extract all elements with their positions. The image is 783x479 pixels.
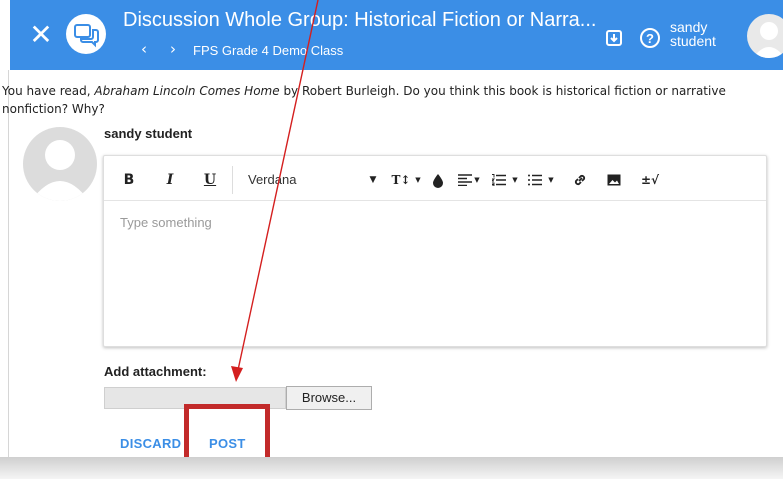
text-size-button[interactable]: T↕ xyxy=(389,160,413,200)
attachment-label: Add attachment: xyxy=(104,364,207,379)
discussion-prompt: You have read, Abraham Lincoln Comes Hom… xyxy=(2,84,726,116)
app-header: ✕ Discussion Whole Group: Historical Fic… xyxy=(10,0,783,70)
font-dropdown-icon[interactable]: ▼ xyxy=(366,160,380,200)
font-select[interactable]: Verdana xyxy=(248,160,296,200)
chevron-right-icon[interactable]: › xyxy=(170,40,176,58)
text-color-icon[interactable] xyxy=(429,160,447,200)
numbered-list-dropdown-icon[interactable]: ▼ xyxy=(510,160,520,200)
bullet-list-dropdown-icon[interactable]: ▼ xyxy=(546,160,556,200)
underline-button[interactable]: U xyxy=(200,160,220,200)
image-icon[interactable] xyxy=(604,160,624,200)
rich-text-editor[interactable]: B I U Verdana ▼ T↕ ▼ ▼ ▼ ▼ ±√ Type somet… xyxy=(103,155,767,347)
align-dropdown-icon[interactable]: ▼ xyxy=(472,160,482,200)
avatar[interactable] xyxy=(747,14,783,58)
user-name[interactable]: sandy student xyxy=(670,20,730,48)
link-icon[interactable] xyxy=(570,160,590,200)
help-icon[interactable]: ? xyxy=(639,27,661,49)
close-icon[interactable]: ✕ xyxy=(26,18,56,52)
post-author: sandy student xyxy=(104,126,193,141)
bold-button[interactable]: B xyxy=(118,160,140,200)
editor-toolbar: B I U Verdana ▼ T↕ ▼ ▼ ▼ ▼ ±√ xyxy=(104,160,766,201)
avatar xyxy=(23,127,97,201)
italic-button[interactable]: I xyxy=(160,160,180,200)
page-edge xyxy=(0,457,783,479)
numbered-list-icon[interactable] xyxy=(490,160,508,200)
svg-text:?: ? xyxy=(646,31,654,46)
discard-button[interactable]: DISCARD xyxy=(120,436,181,451)
discussion-icon xyxy=(66,14,106,54)
post-textarea[interactable]: Type something xyxy=(120,215,212,230)
bullet-list-icon[interactable] xyxy=(526,160,544,200)
text-size-dropdown-icon[interactable]: ▼ xyxy=(414,160,422,200)
book-title: Abraham Lincoln Comes Home xyxy=(94,84,280,98)
download-icon[interactable] xyxy=(606,30,622,46)
math-button[interactable]: ±√ xyxy=(638,160,662,200)
toolbar-divider xyxy=(232,166,233,194)
class-name-link[interactable]: FPS Grade 4 Demo Class xyxy=(193,43,343,58)
page-title: Discussion Whole Group: Historical Ficti… xyxy=(123,9,597,31)
browse-button[interactable]: Browse... xyxy=(286,386,372,410)
chevron-left-icon[interactable]: ‹ xyxy=(141,40,147,58)
divider xyxy=(8,70,9,458)
